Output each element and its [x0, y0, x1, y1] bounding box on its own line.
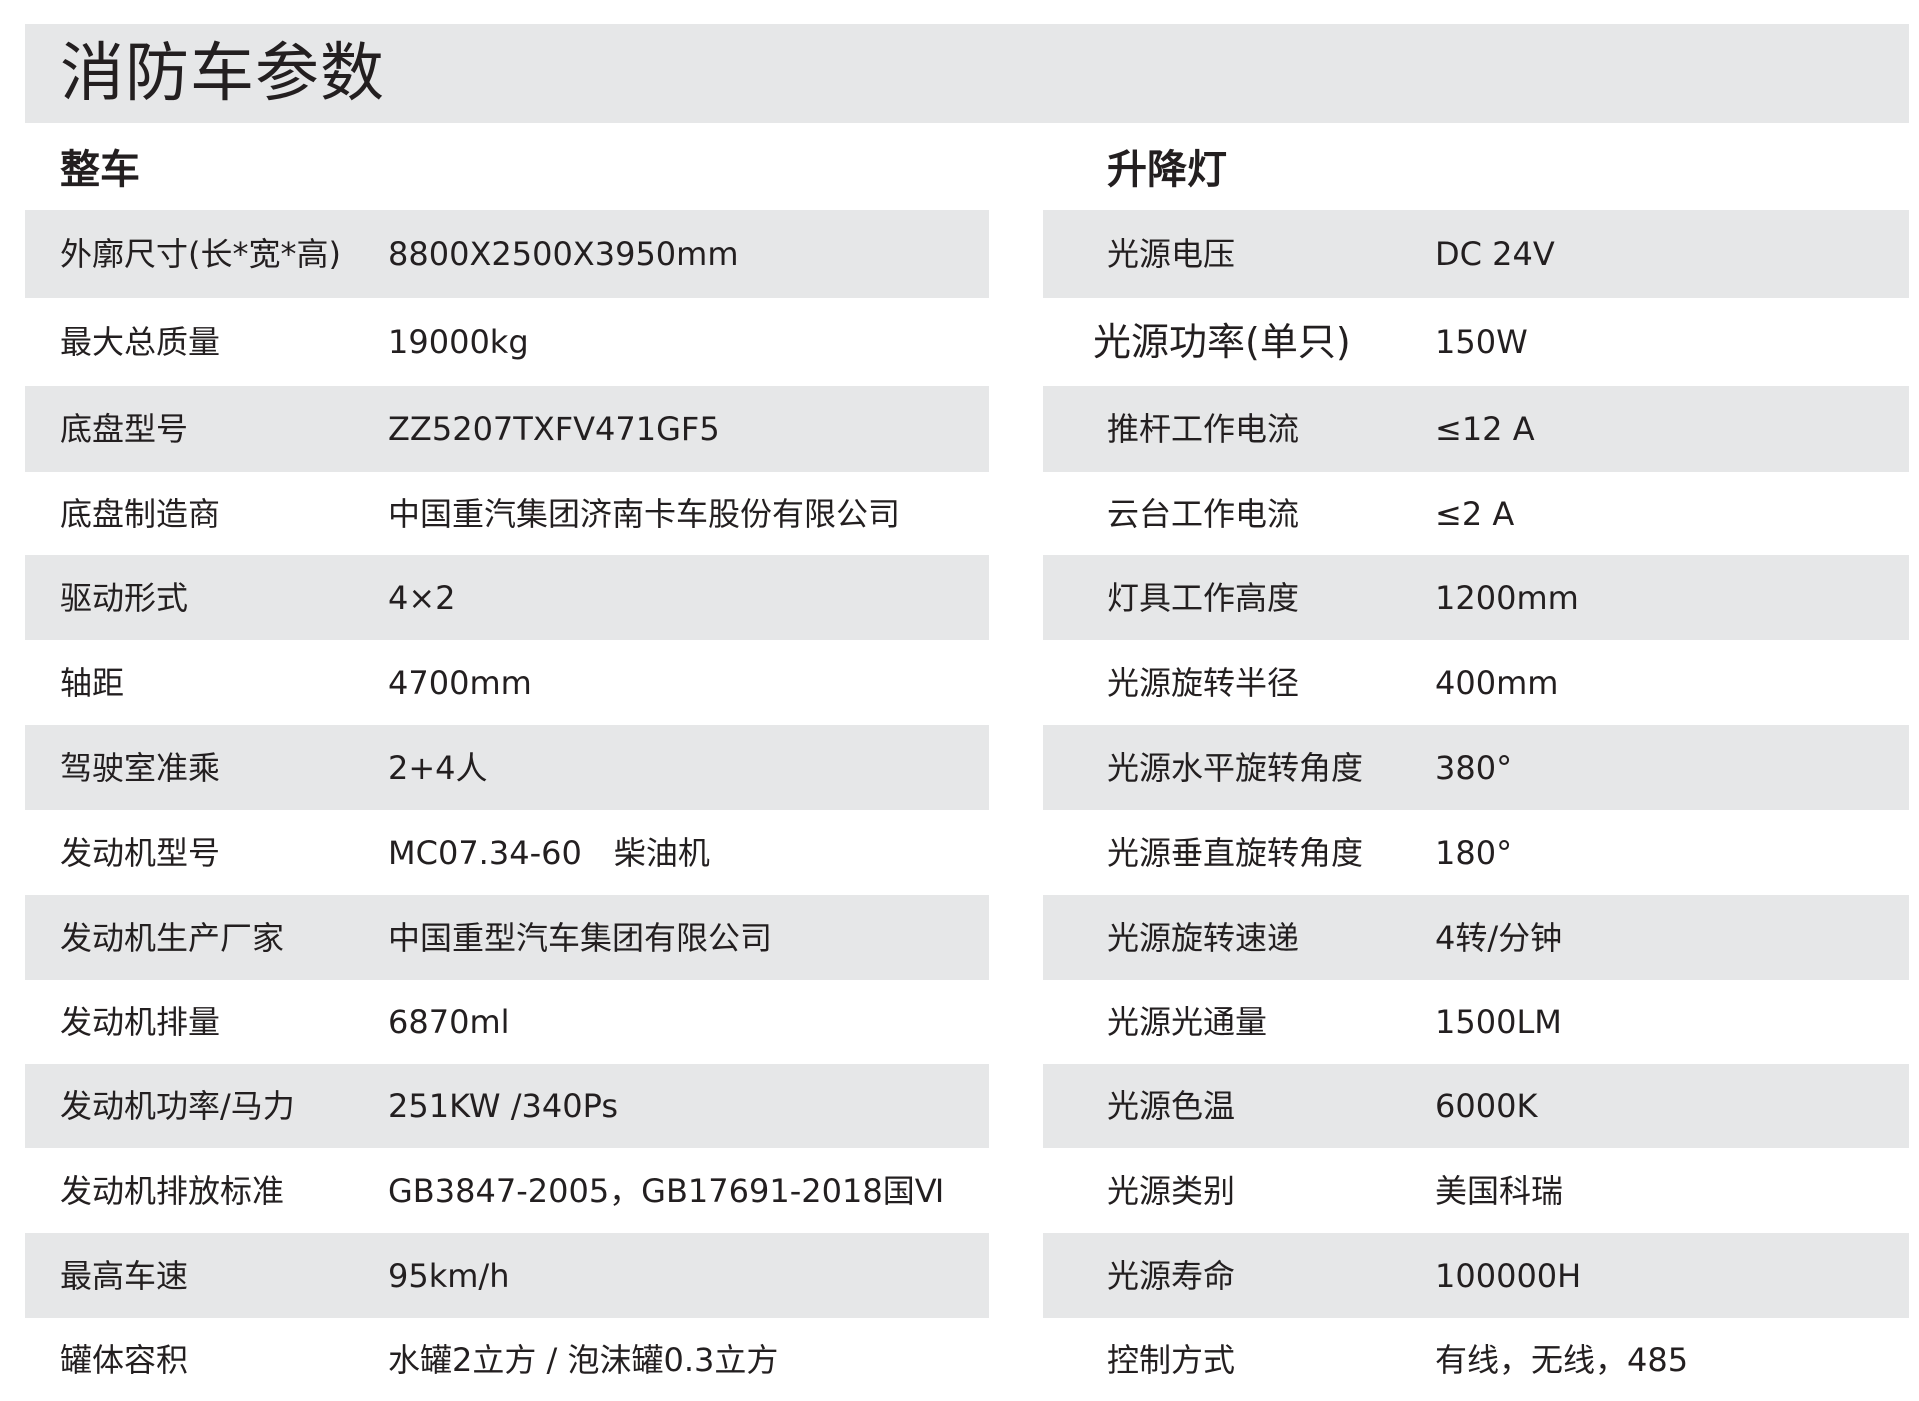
- table-row: 光源功率(单只) 150W: [1043, 298, 1909, 386]
- row-label: 光源寿命: [1107, 1256, 1236, 1295]
- section-heading-vehicle: 整车: [60, 147, 140, 193]
- row-value: 中国重型汽车集团有限公司: [388, 918, 773, 957]
- row-value: 400mm: [1435, 663, 1559, 702]
- row-value: 19000kg: [388, 323, 529, 361]
- table-row: 驾驶室准乘 2+4人: [25, 725, 989, 810]
- row-value: 380°: [1435, 748, 1513, 787]
- row-value: 95km/h: [388, 1256, 510, 1295]
- row-value: 美国科瑞: [1435, 1171, 1564, 1210]
- row-label: 发动机生产厂家: [60, 918, 285, 957]
- table-row: 最高车速 95km/h: [25, 1233, 989, 1318]
- table-row: 光源寿命 100000H: [1043, 1233, 1909, 1318]
- row-value: 有线，无线，485: [1435, 1340, 1689, 1379]
- table-row: 发动机功率/马力 251KW /340Ps: [25, 1064, 989, 1148]
- table-row: 光源垂直旋转角度 180°: [1043, 810, 1909, 895]
- table-row: 光源光通量 1500LM: [1043, 980, 1909, 1064]
- table-row: 光源旋转速递 4转/分钟: [1043, 895, 1909, 980]
- row-label: 轴距: [60, 663, 125, 702]
- row-value: ≤2 A: [1435, 495, 1515, 533]
- title-bar: 消防车参数: [25, 24, 1909, 123]
- table-row: 底盘制造商 中国重汽集团济南卡车股份有限公司: [25, 472, 989, 556]
- row-label: 发动机排放标准: [60, 1171, 285, 1210]
- row-label: 最大总质量: [60, 323, 221, 361]
- row-label: 光源垂直旋转角度: [1107, 833, 1364, 872]
- row-label: 发动机型号: [60, 833, 221, 872]
- row-value: 1200mm: [1435, 578, 1579, 617]
- table-row: 发动机排放标准 GB3847-2005，GB17691-2018国Ⅵ: [25, 1148, 989, 1233]
- row-label: 罐体容积: [60, 1340, 189, 1379]
- table-row: 灯具工作高度 1200mm: [1043, 555, 1909, 640]
- table-row: 光源水平旋转角度 380°: [1043, 725, 1909, 810]
- row-label: 光源电压: [1107, 235, 1236, 273]
- row-label: 底盘型号: [60, 410, 189, 448]
- row-label: 灯具工作高度: [1107, 578, 1300, 617]
- row-label: 驾驶室准乘: [60, 748, 221, 787]
- row-value: GB3847-2005，GB17691-2018国Ⅵ: [388, 1171, 945, 1210]
- row-label: 光源水平旋转角度: [1107, 748, 1364, 787]
- row-value: 180°: [1435, 833, 1513, 872]
- row-label: 推杆工作电流: [1107, 410, 1300, 448]
- row-label: 发动机排量: [60, 1003, 221, 1041]
- row-label: 最高车速: [60, 1256, 189, 1295]
- table-row: 光源电压 DC 24V: [1043, 210, 1909, 298]
- row-label: 光源光通量: [1107, 1003, 1268, 1041]
- section-heading-lift-light: 升降灯: [1107, 147, 1227, 193]
- table-row: 光源旋转半径 400mm: [1043, 640, 1909, 725]
- table-row: 驱动形式 4×2: [25, 555, 989, 640]
- row-value: 4×2: [388, 578, 456, 617]
- row-value: 251KW /340Ps: [388, 1087, 618, 1125]
- table-row: 轴距 4700mm: [25, 640, 989, 725]
- table-row: 发动机排量 6870ml: [25, 980, 989, 1064]
- row-value: ZZ5207TXFV471GF5: [388, 410, 720, 448]
- row-label: 控制方式: [1107, 1340, 1236, 1379]
- table-row: 推杆工作电流 ≤12 A: [1043, 386, 1909, 472]
- row-value: DC 24V: [1435, 235, 1555, 273]
- row-value: ≤12 A: [1435, 410, 1535, 448]
- table-row: 最大总质量 19000kg: [25, 298, 989, 386]
- table-row: 光源类别 美国科瑞: [1043, 1148, 1909, 1233]
- row-value: 6870ml: [388, 1003, 510, 1041]
- row-value: 4转/分钟: [1435, 918, 1563, 957]
- table-row: 发动机生产厂家 中国重型汽车集团有限公司: [25, 895, 989, 980]
- table-row: 控制方式 有线，无线，485: [1043, 1318, 1909, 1401]
- page-title: 消防车参数: [60, 36, 385, 111]
- row-label: 外廓尺寸(长*宽*高): [60, 235, 341, 273]
- row-value: 1500LM: [1435, 1003, 1562, 1041]
- row-value: 100000H: [1435, 1256, 1582, 1295]
- row-label: 光源旋转速递: [1107, 918, 1300, 957]
- row-value: 4700mm: [388, 663, 532, 702]
- table-row: 外廓尺寸(长*宽*高) 8800X2500X3950mm: [25, 210, 989, 298]
- table-row: 光源色温 6000K: [1043, 1064, 1909, 1148]
- table-row: 发动机型号 MC07.34-60 柴油机: [25, 810, 989, 895]
- table-row: 云台工作电流 ≤2 A: [1043, 472, 1909, 556]
- row-value: 中国重汽集团济南卡车股份有限公司: [388, 495, 901, 533]
- row-label: 光源旋转半径: [1107, 663, 1300, 702]
- row-value: 6000K: [1435, 1087, 1538, 1125]
- row-value: 8800X2500X3950mm: [388, 235, 739, 273]
- row-value: 2+4人: [388, 748, 488, 787]
- row-label: 发动机功率/马力: [60, 1087, 295, 1125]
- row-value: 水罐2立方 / 泡沫罐0.3立方: [388, 1340, 779, 1379]
- table-row: 罐体容积 水罐2立方 / 泡沫罐0.3立方: [25, 1318, 989, 1401]
- row-label: 云台工作电流: [1107, 495, 1300, 533]
- row-label: 底盘制造商: [60, 495, 221, 533]
- row-label: 驱动形式: [60, 578, 189, 617]
- row-label: 光源功率(单只): [1093, 320, 1351, 364]
- row-value: MC07.34-60 柴油机: [388, 833, 710, 872]
- table-row: 底盘型号 ZZ5207TXFV471GF5: [25, 386, 989, 472]
- row-label: 光源色温: [1107, 1087, 1236, 1125]
- row-label: 光源类别: [1107, 1171, 1236, 1210]
- row-value: 150W: [1435, 323, 1528, 361]
